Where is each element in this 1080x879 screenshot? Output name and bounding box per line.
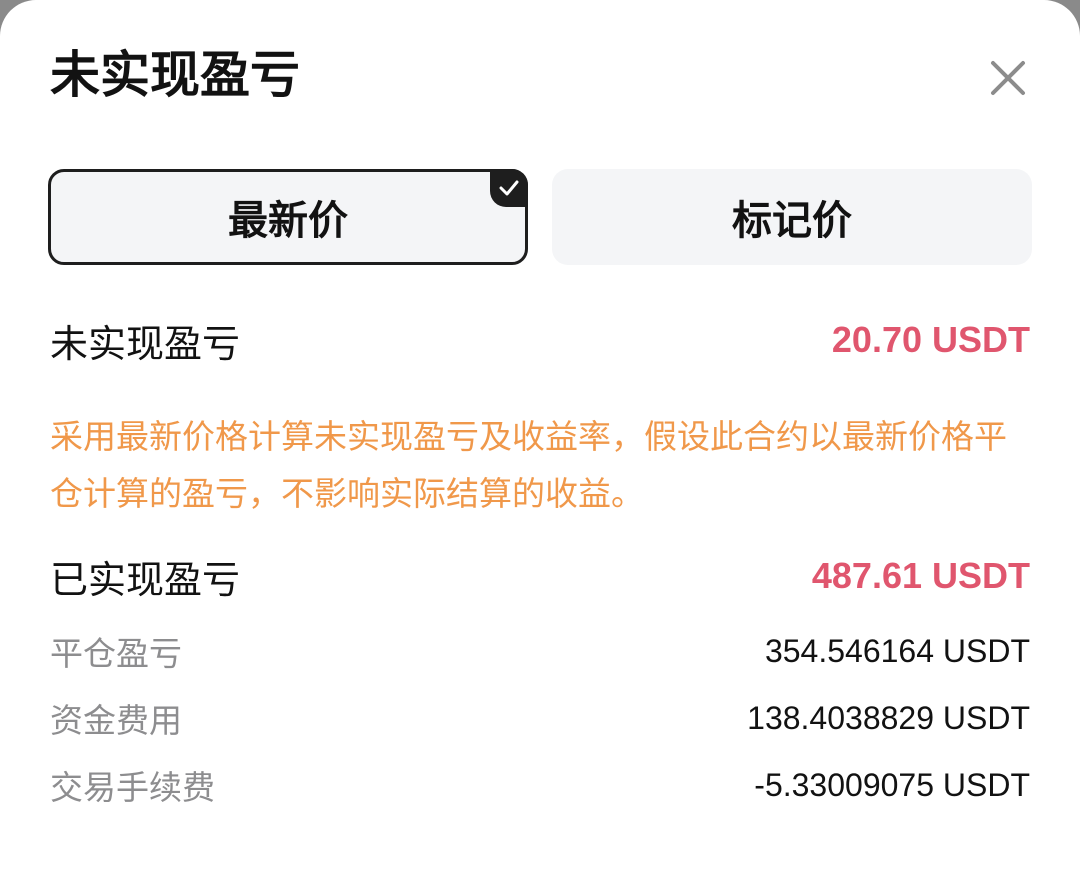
funding-fee-value: 138.4038829 USDT: [747, 699, 1030, 736]
closing-pnl-value: 354.546164 USDT: [764, 632, 1030, 669]
trading-fee-row: 交易手续费 -5.33009075 USDT: [50, 758, 1030, 812]
trading-fee-label: 交易手续费: [50, 768, 215, 807]
realized-pnl-row: 已实现盈亏 487.61 USDT: [50, 546, 1030, 606]
realized-pnl-value: 487.61 USDT: [811, 555, 1030, 596]
unrealized-pnl-note: 采用最新价格计算未实现盈亏及收益率，假设此合约以最新价格平仓计算的盈亏，不影响实…: [50, 417, 1007, 513]
realized-pnl-label: 已实现盈亏: [50, 557, 241, 602]
unrealized-pnl-label: 未实现盈亏: [50, 321, 241, 366]
tab-mark-price-label: 标记价: [732, 198, 852, 244]
selected-check-badge: [490, 169, 528, 207]
closing-pnl-row: 平仓盈亏 354.546164 USDT: [50, 624, 1030, 678]
funding-fee-row: 资金费用 138.4038829 USDT: [50, 691, 1030, 745]
closing-pnl-label: 平仓盈亏: [50, 634, 182, 673]
tab-latest-price[interactable]: 最新价: [48, 169, 528, 265]
tab-mark-price[interactable]: 标记价: [552, 169, 1032, 265]
unrealized-pnl-row: 未实现盈亏 20.70 USDT: [50, 310, 1030, 370]
sheet-title: 未实现盈亏: [50, 46, 300, 104]
close-button[interactable]: [984, 54, 1032, 102]
trading-fee-value: -5.33009075 USDT: [754, 766, 1030, 803]
unrealized-pnl-value: 20.70 USDT: [831, 319, 1030, 360]
unrealized-pnl-sheet: 未实现盈亏 最新价 标记价 未实现盈亏 20.70 USDT 采用最新价格计算未…: [0, 0, 1080, 879]
check-icon: [499, 180, 519, 196]
tab-latest-price-label: 最新价: [228, 198, 348, 244]
funding-fee-label: 资金费用: [50, 701, 182, 740]
close-icon: [991, 61, 1025, 95]
